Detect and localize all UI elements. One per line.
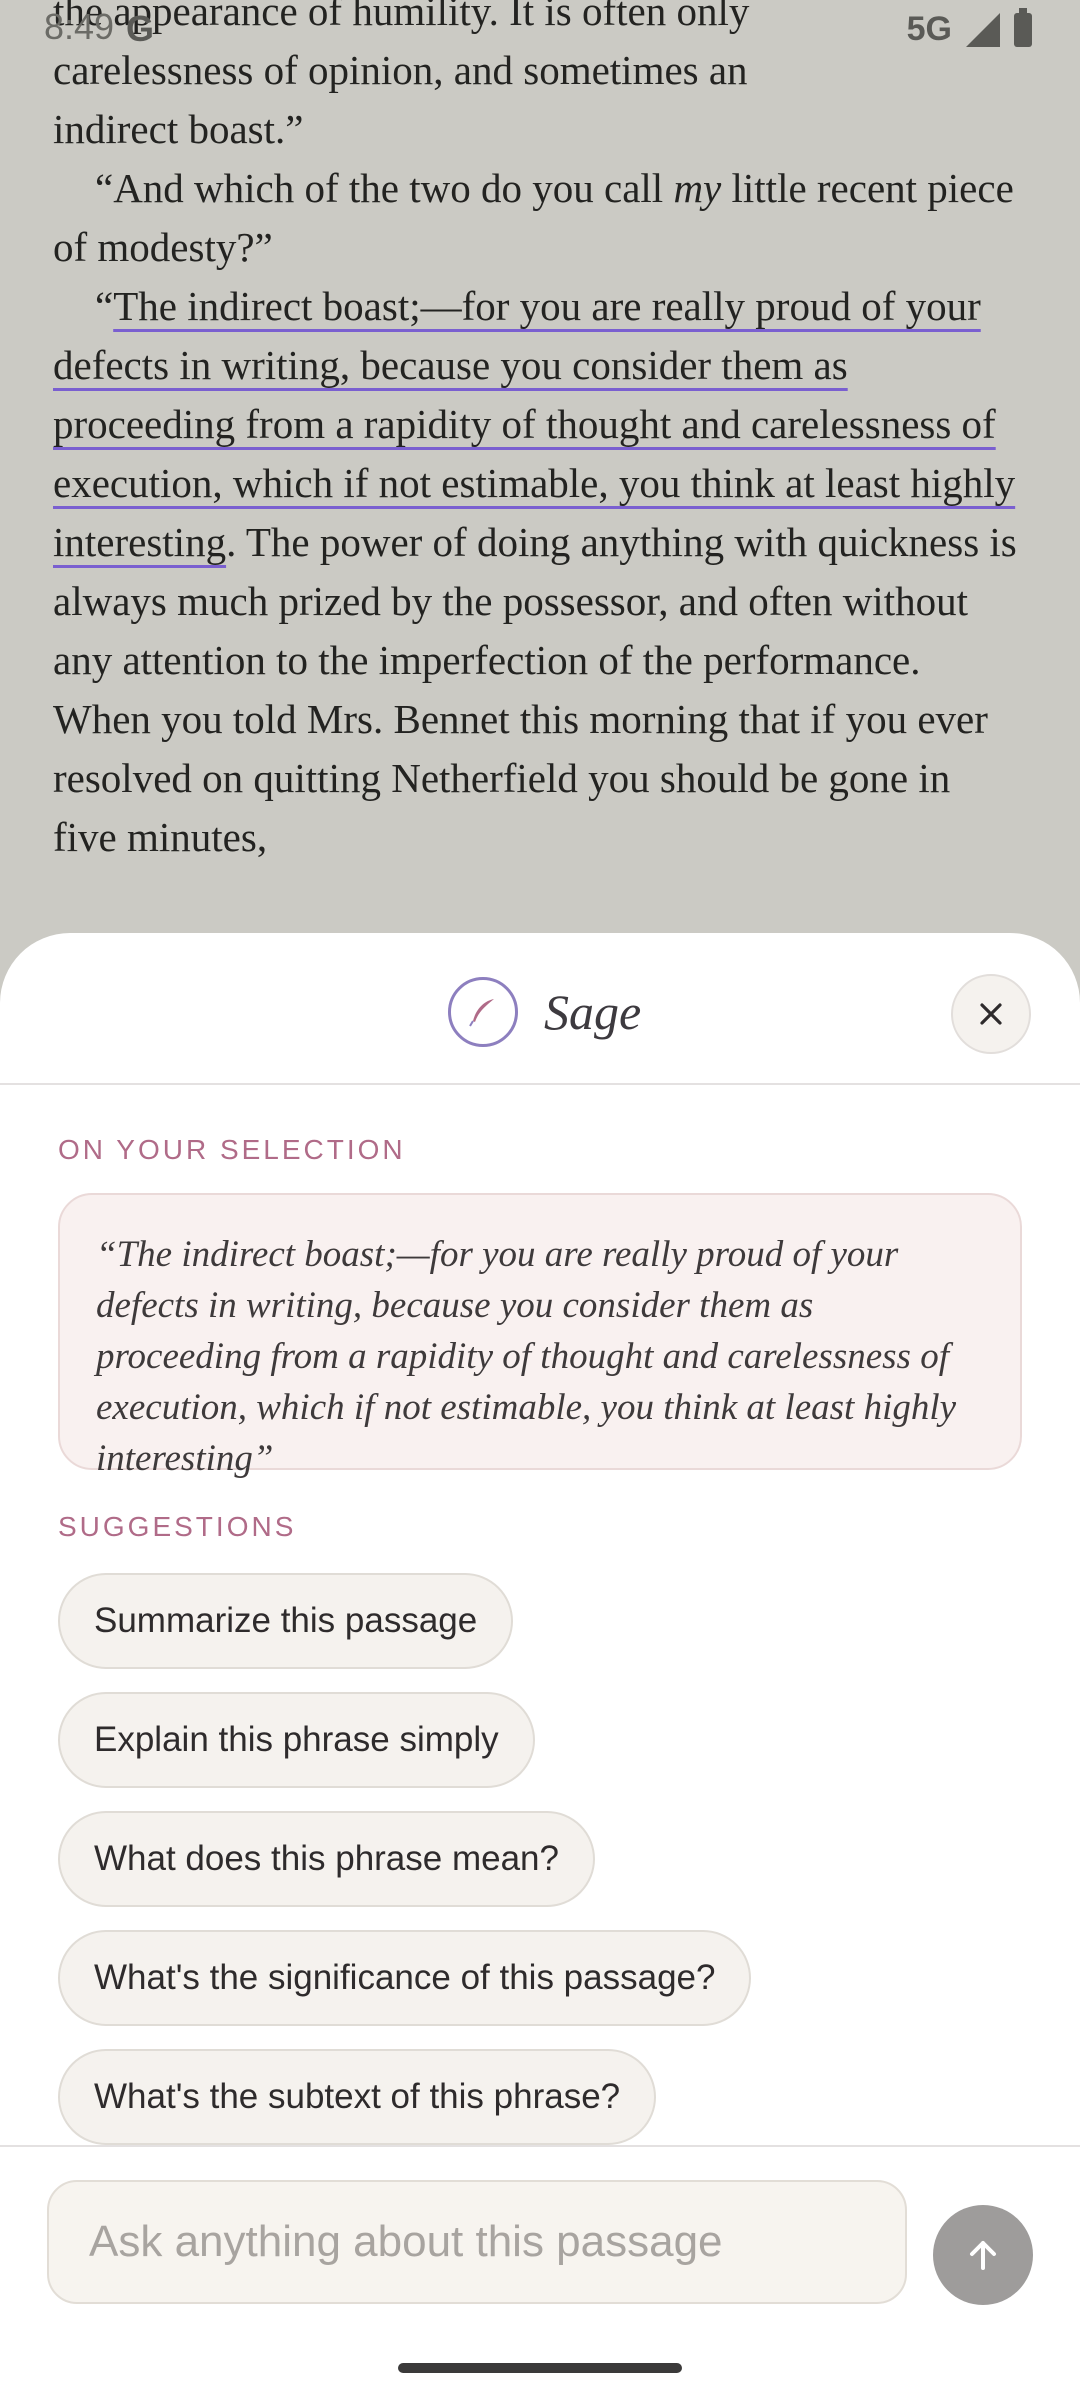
reader-text-segment: . The power of doing anything with quick… [53,519,1017,860]
selection-label: ON YOUR SELECTION [58,1134,406,1165]
suggestion-chip-meaning[interactable]: What does this phrase mean? [58,1811,595,1907]
brand: Sage [448,977,641,1047]
sheet-header: Sage [0,933,1080,1085]
google-g-icon: G [126,8,155,49]
signal-icon [966,12,1000,47]
suggestion-chip-explain[interactable]: Explain this phrase simply [58,1692,535,1788]
brand-name: Sage [544,984,642,1040]
suggestion-chip-summarize[interactable]: Summarize this passage [58,1573,514,1669]
reader-emphasis: my [673,165,722,211]
reader-text-segment: “And which of the two do you call [95,165,674,211]
status-time: 8:49 [44,6,115,47]
status-bar: 8:49 G 5G [0,0,1080,60]
feather-icon [448,977,518,1047]
close-icon [980,1003,1002,1025]
reader-text: the appearance of humility. It is often … [53,0,1023,867]
selection-quote: “The indirect boast;—for you are really … [58,1193,1022,1479]
battery-icon [1014,7,1032,47]
network-type: 5G [906,10,952,48]
reader-line: indirect boast.” [53,106,304,152]
suggestion-chip-subtext[interactable]: What's the subtext of this phrase? [58,2049,657,2145]
reader-paragraph: “The indirect boast;—for you are really … [53,277,1023,867]
sage-bottom-sheet: Sage ON YOUR SELECTION “The indirect boa… [0,933,1080,2402]
ask-input[interactable] [47,2180,907,2304]
send-button[interactable] [933,2205,1033,2305]
reader-paragraph: “And which of the two do you call my lit… [53,159,1023,277]
close-button[interactable] [951,974,1031,1054]
suggestions-label: SUGGESTIONS [58,1511,297,1542]
home-indicator[interactable] [398,2363,682,2373]
suggestion-chip-significance[interactable]: What's the significance of this passage? [58,1930,752,2026]
arrow-up-icon [970,2241,996,2270]
status-icons: 5G [906,7,1032,49]
reader-text-segment: “ [95,283,114,329]
